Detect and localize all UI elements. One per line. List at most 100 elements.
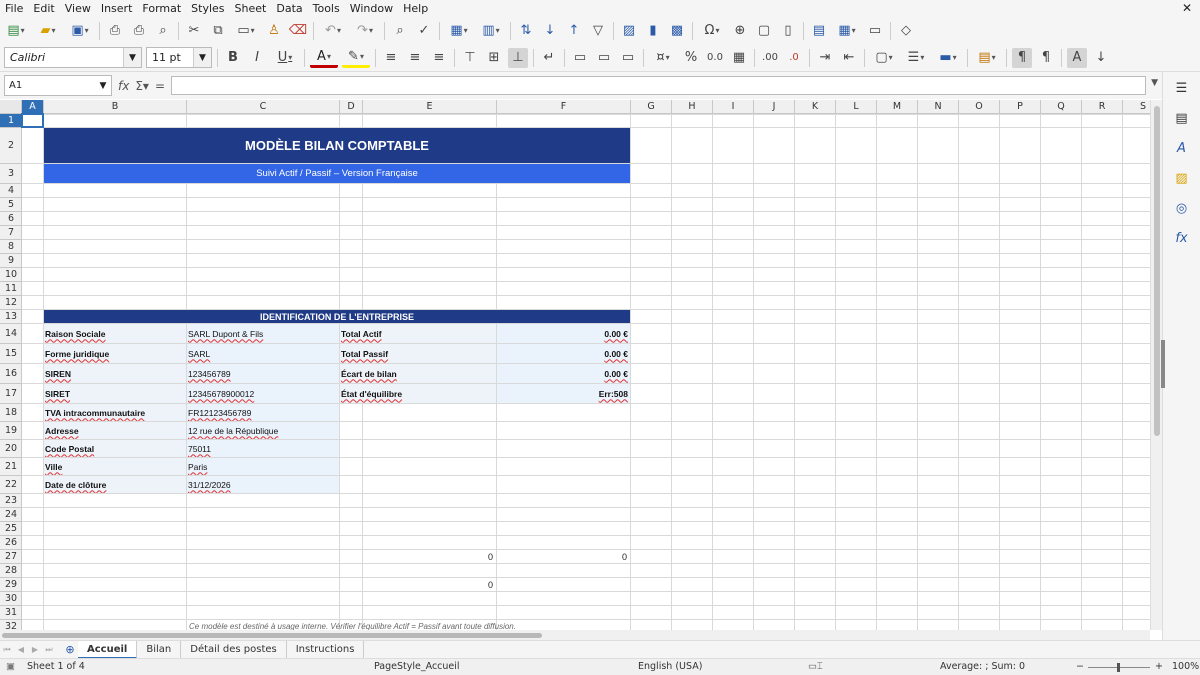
- cell-area[interactable]: MODÈLE BILAN COMPTABLE Suivi Actif / Pass…: [21, 113, 1150, 630]
- spelling-icon[interactable]: ✓: [414, 21, 434, 41]
- menu-window[interactable]: Window: [345, 0, 398, 17]
- zoom-slider-knob[interactable]: [1117, 663, 1120, 672]
- column-icon[interactable]: ▥: [477, 21, 505, 41]
- redo-icon[interactable]: ↷: [351, 21, 379, 41]
- column-header-g[interactable]: G: [631, 100, 672, 114]
- close-document-icon[interactable]: ✕: [1182, 0, 1192, 17]
- split-window-icon[interactable]: ▭: [865, 21, 885, 41]
- percent-format-icon[interactable]: %: [681, 48, 701, 68]
- row-header-7[interactable]: 7: [0, 226, 22, 240]
- row-header-31[interactable]: 31: [0, 606, 22, 620]
- row-header-3[interactable]: 3: [0, 164, 22, 184]
- formula-equals-icon[interactable]: =: [155, 79, 165, 93]
- add-sheet-icon[interactable]: ⊕: [62, 643, 78, 656]
- text-orientation-vertical-icon[interactable]: ↓: [1091, 48, 1111, 68]
- border-style-icon[interactable]: ☰: [902, 48, 930, 68]
- pivot-table-icon[interactable]: ▩: [667, 21, 687, 41]
- merge-center-icon[interactable]: ▭: [570, 48, 590, 68]
- number-format-icon[interactable]: 0.0: [705, 48, 725, 68]
- functions-icon[interactable]: fx: [1172, 228, 1192, 248]
- language-status[interactable]: English (USA): [638, 661, 702, 672]
- navigator-icon[interactable]: ◎: [1172, 198, 1192, 218]
- row-header-32[interactable]: 32: [0, 620, 22, 630]
- column-header-n[interactable]: N: [918, 100, 959, 114]
- horizontal-scrollbar[interactable]: [0, 630, 1150, 640]
- highlight-color-icon[interactable]: ✎: [342, 48, 370, 68]
- row-header-30[interactable]: 30: [0, 592, 22, 606]
- bold-icon[interactable]: B: [223, 48, 243, 68]
- menu-format[interactable]: Format: [137, 0, 186, 17]
- summary-label-cell[interactable]: État d'équilibre: [340, 384, 496, 403]
- unmerge-cells-icon[interactable]: ▭: [618, 48, 638, 68]
- row-header-27[interactable]: 27: [0, 550, 22, 564]
- row-header-20[interactable]: 20: [0, 440, 22, 458]
- right-to-left-icon[interactable]: ¶: [1036, 48, 1056, 68]
- conditional-format-icon[interactable]: ▤: [973, 48, 1001, 68]
- row-header-6[interactable]: 6: [0, 212, 22, 226]
- summary-value-cell[interactable]: 0.00 €: [497, 324, 630, 343]
- menu-data[interactable]: Data: [271, 0, 307, 17]
- formula-input[interactable]: [171, 76, 1146, 95]
- column-header-p[interactable]: P: [1000, 100, 1041, 114]
- ident-label-cell[interactable]: Ville: [44, 458, 186, 475]
- column-header-h[interactable]: H: [672, 100, 713, 114]
- cell-e27[interactable]: 0: [363, 550, 496, 563]
- currency-format-icon[interactable]: ¤: [649, 48, 677, 68]
- sheet-title-banner[interactable]: MODÈLE BILAN COMPTABLE: [44, 128, 630, 163]
- chevron-down-icon[interactable]: ▼: [193, 48, 211, 67]
- document-modified-icon[interactable]: ▣: [6, 661, 15, 672]
- column-header-l[interactable]: L: [836, 100, 877, 114]
- row-header-11[interactable]: 11: [0, 282, 22, 296]
- summary-value-cell[interactable]: 0.00 €: [497, 364, 630, 383]
- align-right-icon[interactable]: ≡: [429, 48, 449, 68]
- selection-summary[interactable]: Average: ; Sum: 0: [940, 661, 1025, 672]
- ident-label-cell[interactable]: Adresse: [44, 422, 186, 439]
- align-center-icon[interactable]: ≡: [405, 48, 425, 68]
- row-header-17[interactable]: 17: [0, 384, 22, 404]
- align-bottom-icon[interactable]: ⊥: [508, 47, 528, 68]
- menu-edit[interactable]: Edit: [28, 0, 59, 17]
- column-header-s[interactable]: S: [1123, 100, 1150, 114]
- find-replace-icon[interactable]: ⌕: [390, 21, 410, 41]
- row-header-13[interactable]: 13: [0, 310, 22, 324]
- sort-icon[interactable]: ⇅: [516, 21, 536, 41]
- ident-label-cell[interactable]: Raison Sociale: [44, 324, 186, 343]
- row-header-24[interactable]: 24: [0, 508, 22, 522]
- ident-label-cell[interactable]: SIREN: [44, 364, 186, 383]
- menu-sheet[interactable]: Sheet: [230, 0, 272, 17]
- column-header-k[interactable]: K: [795, 100, 836, 114]
- insert-image-icon[interactable]: ▨: [619, 21, 639, 41]
- copy-icon[interactable]: ⧉: [208, 21, 228, 41]
- row-header-5[interactable]: 5: [0, 198, 22, 212]
- vertical-scrollbar[interactable]: [1150, 100, 1165, 630]
- merge-cells-icon[interactable]: ▭: [594, 48, 614, 68]
- row-header-15[interactable]: 15: [0, 344, 22, 364]
- column-header-r[interactable]: R: [1082, 100, 1123, 114]
- clone-formatting-icon[interactable]: ♙: [264, 21, 284, 41]
- ident-value-cell[interactable]: 12 rue de la République: [187, 422, 339, 439]
- sort-descending-icon[interactable]: ↑: [564, 21, 584, 41]
- styles-icon[interactable]: A: [1172, 138, 1192, 158]
- row-header-23[interactable]: 23: [0, 494, 22, 508]
- ident-value-cell[interactable]: 123456789: [187, 364, 339, 383]
- summary-label-cell[interactable]: Total Actif: [340, 324, 496, 343]
- ident-label-cell[interactable]: TVA intracommunautaire: [44, 404, 186, 421]
- tab-accueil[interactable]: Accueil: [78, 640, 138, 659]
- export-pdf-icon[interactable]: ⎙: [105, 21, 125, 41]
- print-preview-icon[interactable]: ⌕: [153, 21, 173, 41]
- row-header-26[interactable]: 26: [0, 536, 22, 550]
- ident-value-cell[interactable]: SARL: [187, 344, 339, 363]
- row-header-2[interactable]: 2: [0, 128, 22, 164]
- decrease-indent-icon[interactable]: ⇤: [839, 48, 859, 68]
- paste-icon[interactable]: ▭: [232, 21, 260, 41]
- row-header-4[interactable]: 4: [0, 184, 22, 198]
- row-header-8[interactable]: 8: [0, 240, 22, 254]
- sort-ascending-icon[interactable]: ↓: [540, 21, 560, 41]
- new-document-icon[interactable]: ▤: [2, 21, 30, 41]
- font-color-icon[interactable]: A: [310, 48, 338, 68]
- border-color-icon[interactable]: ▬: [934, 48, 962, 68]
- text-orientation-horizontal-icon[interactable]: A: [1067, 47, 1087, 68]
- row-header-28[interactable]: 28: [0, 564, 22, 578]
- open-folder-icon[interactable]: ▰: [34, 21, 62, 41]
- tab-detail-des-postes[interactable]: Détail des postes: [181, 640, 287, 659]
